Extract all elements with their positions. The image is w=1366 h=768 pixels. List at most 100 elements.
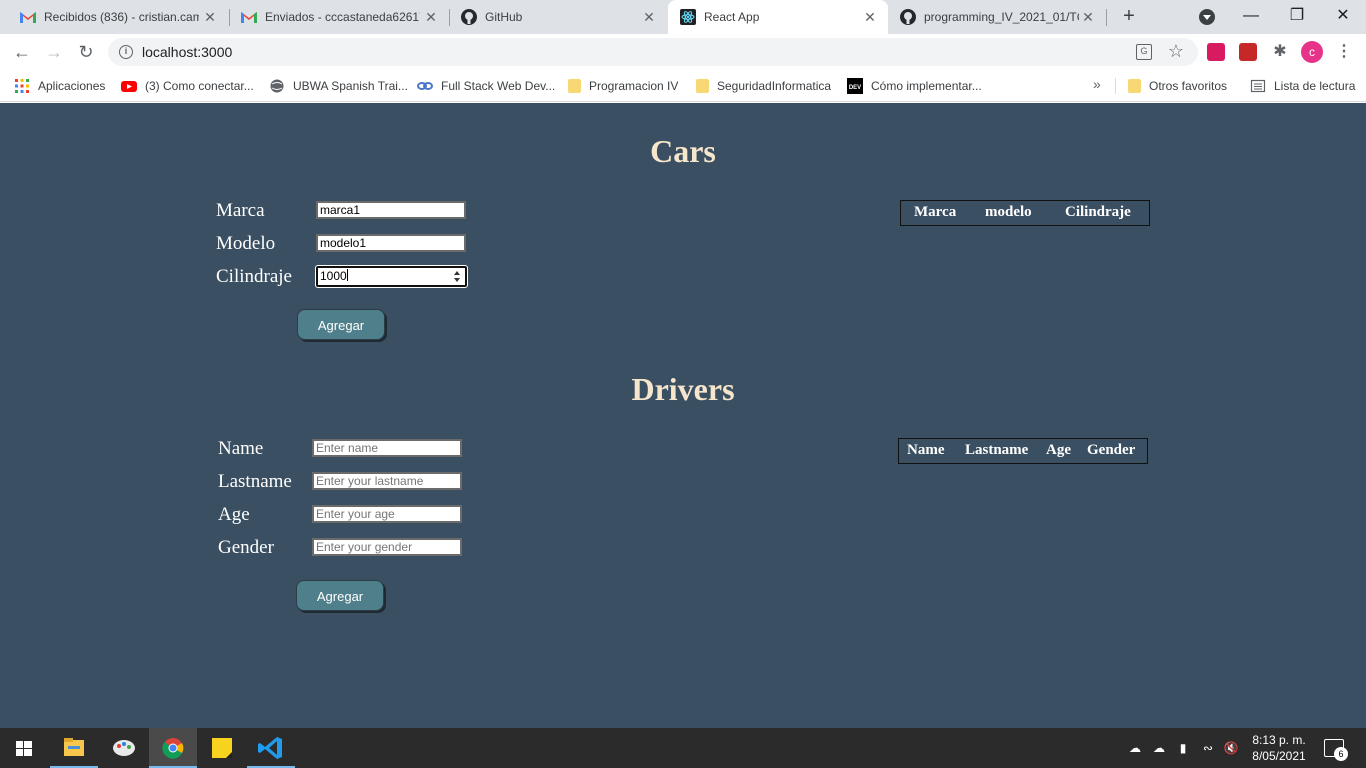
chrome-icon[interactable] — [149, 728, 197, 768]
address-bar[interactable]: i localhost:3000 G ☆ — [108, 38, 1198, 66]
name-input[interactable]: Enter name — [312, 439, 462, 457]
cars-agregar-button[interactable]: Agregar — [297, 309, 385, 340]
col-header-lastname: Lastname — [965, 442, 1029, 458]
bookmark-folder-programacion[interactable]: Programacion IV — [568, 77, 678, 95]
col-header-gender: Gender — [1087, 442, 1136, 458]
col-header-age: Age — [1046, 442, 1071, 458]
tab-title: programming_IV_2021_01/TC — [924, 10, 1079, 24]
bookmarks-overflow-icon[interactable]: » — [1093, 76, 1101, 92]
windows-start-icon[interactable] — [0, 728, 48, 768]
col-header-modelo: modelo — [985, 204, 1032, 220]
tab-github[interactable]: GitHub ✕ — [449, 0, 667, 34]
reload-icon[interactable]: ↻ — [74, 41, 98, 63]
tab-search-icon[interactable] — [1199, 9, 1215, 25]
cars-table-header: Marca modelo Cilindraje — [900, 200, 1150, 226]
drivers-agregar-button[interactable]: Agregar — [296, 580, 384, 611]
forward-icon[interactable]: → — [42, 41, 66, 63]
drivers-title: Drivers — [631, 371, 735, 407]
bookmark-label: UBWA Spanish Trai... — [293, 79, 408, 93]
tab-gmail-inbox[interactable]: Recibidos (836) - cristian.cam ✕ — [8, 0, 228, 34]
tab-react-app[interactable]: React App ✕ — [668, 0, 888, 34]
bookmark-star-icon[interactable]: ☆ — [1168, 41, 1184, 62]
reading-list[interactable]: Lista de lectura — [1250, 77, 1355, 95]
restore-button[interactable]: ❐ — [1283, 4, 1311, 28]
col-header-cilindraje: Cilindraje — [1065, 204, 1131, 220]
app-page: Cars Marca marca1 Modelo modelo1 Cilindr… — [0, 103, 1366, 728]
tab-title: React App — [704, 10, 760, 24]
profile-avatar[interactable]: c — [1301, 41, 1323, 63]
bookmark-dev[interactable]: DEV Cómo implementar... — [847, 77, 982, 95]
cilindraje-label: Cilindraje — [216, 266, 292, 287]
bookmark-folder-seguridad[interactable]: SeguridadInformatica — [696, 77, 831, 95]
wifi-icon[interactable]: ∾ — [1200, 740, 1216, 756]
age-input[interactable]: Enter your age — [312, 505, 462, 523]
bookmark-apps[interactable]: Aplicaciones — [14, 77, 105, 95]
tab-gmail-sent[interactable]: Enviados - cccastaneda62617 ✕ — [229, 0, 449, 34]
close-icon[interactable]: ✕ — [202, 9, 218, 25]
battery-icon[interactable]: ▮ — [1175, 740, 1191, 756]
close-icon[interactable]: ✕ — [641, 9, 657, 25]
browser-tab-strip: Recibidos (836) - cristian.cam ✕ Enviado… — [0, 0, 1366, 34]
tab-title: Enviados - cccastaneda62617 — [265, 10, 420, 24]
back-icon[interactable]: ← — [10, 41, 34, 63]
svg-text:DEV: DEV — [849, 85, 861, 91]
bookmark-ubwa[interactable]: UBWA Spanish Trai... — [269, 77, 408, 95]
cilindraje-number-input[interactable]: 1000 — [315, 265, 468, 288]
bookmarks-bar: Aplicaciones (3) Como conectar... UBWA S… — [0, 70, 1366, 102]
folder-icon — [1128, 79, 1141, 93]
folder-icon — [568, 79, 581, 93]
clock-time: 8:13 p. m. — [1252, 733, 1306, 747]
marca-label: Marca — [216, 200, 265, 221]
react-icon — [680, 9, 696, 25]
marca-input[interactable]: marca1 — [316, 201, 466, 219]
col-header-marca: Marca — [914, 204, 957, 220]
system-clock[interactable]: 8:13 p. m. 8/05/2021 — [1248, 732, 1310, 764]
more-menu-icon[interactable]: ⋮ — [1336, 41, 1352, 63]
volume-muted-icon[interactable]: 🔇 — [1223, 740, 1239, 756]
bookmark-label: Aplicaciones — [38, 79, 106, 93]
tab-title: Recibidos (836) - cristian.cam — [44, 10, 199, 24]
url-text: localhost:3000 — [142, 44, 233, 60]
modelo-input[interactable]: modelo1 — [316, 234, 466, 252]
info-icon[interactable]: i — [119, 45, 133, 59]
gmail-icon — [20, 9, 36, 25]
github-icon — [900, 9, 916, 25]
file-explorer-icon[interactable] — [50, 728, 98, 768]
github-icon — [461, 9, 477, 25]
bookmark-other-favorites[interactable]: Otros favoritos — [1128, 77, 1227, 95]
vscode-icon[interactable] — [247, 728, 295, 768]
spinner-arrows-icon[interactable] — [453, 270, 462, 284]
dev-icon: DEV — [847, 78, 863, 94]
tab-programming-repo[interactable]: programming_IV_2021_01/TC ✕ — [888, 0, 1106, 34]
bookmark-label: (3) Como conectar... — [145, 79, 254, 93]
bookmark-label: Otros favoritos — [1149, 79, 1228, 93]
drivers-table-header: Name Lastname Age Gender — [898, 438, 1148, 464]
youtube-icon — [121, 81, 137, 92]
onedrive-icon[interactable]: ☁ — [1151, 740, 1167, 756]
close-icon[interactable]: ✕ — [1080, 9, 1096, 25]
close-icon[interactable]: ✕ — [423, 9, 439, 25]
onedrive-icon[interactable]: ☁ — [1127, 740, 1143, 756]
tab-title: GitHub — [485, 10, 523, 24]
extension-icon[interactable] — [1207, 43, 1225, 61]
gender-input[interactable]: Enter your gender — [312, 538, 462, 556]
cars-title: Cars — [650, 133, 716, 169]
cilindraje-value: 1000 — [320, 269, 347, 283]
new-tab-button[interactable]: + — [1119, 6, 1139, 27]
minimize-button[interactable]: — — [1237, 4, 1265, 28]
extension-icon[interactable] — [1239, 43, 1257, 61]
paint-app-icon[interactable] — [100, 728, 148, 768]
puzzle-icon[interactable]: ✱ — [1271, 43, 1289, 61]
link-icon — [417, 82, 433, 90]
age-label: Age — [218, 504, 250, 525]
sticky-notes-icon[interactable] — [198, 728, 246, 768]
close-icon[interactable]: ✕ — [862, 9, 878, 25]
translate-icon[interactable]: G — [1136, 44, 1152, 60]
close-window-button[interactable]: ✕ — [1329, 4, 1357, 28]
bookmark-label: SeguridadInformatica — [717, 79, 832, 93]
reading-list-icon — [1250, 79, 1266, 93]
bookmark-youtube[interactable]: (3) Como conectar... — [121, 77, 254, 95]
bookmark-fullstack[interactable]: Full Stack Web Dev... — [417, 77, 555, 95]
lastname-input[interactable]: Enter your lastname — [312, 472, 462, 490]
col-header-name: Name — [907, 442, 945, 458]
